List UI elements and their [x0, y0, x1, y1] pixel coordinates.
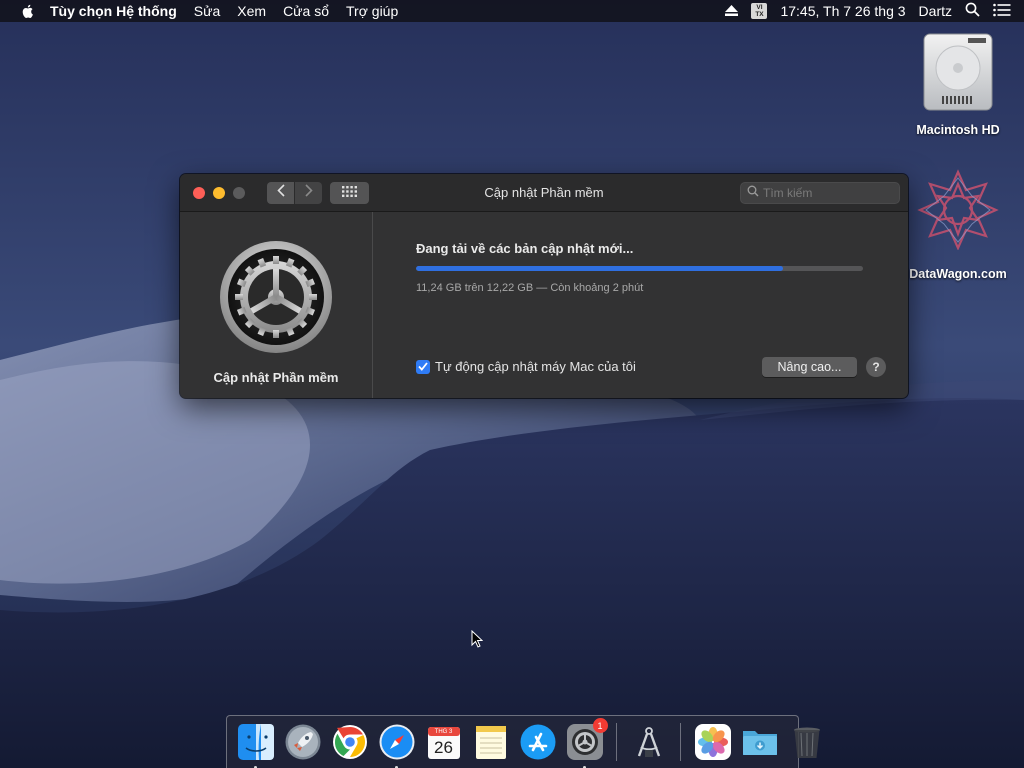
desktop-icon-label: DataWagon.com: [909, 267, 1007, 281]
folder-icon: [741, 731, 779, 765]
dock-app-store[interactable]: [519, 723, 557, 761]
dock-photos[interactable]: [694, 723, 732, 761]
zoom-button[interactable]: [233, 186, 245, 199]
window-controls: [193, 186, 253, 199]
notes-icon: [472, 726, 510, 765]
menubar-clock[interactable]: 17:45, Th 7 26 thg 3: [780, 3, 905, 19]
notification-center-icon[interactable]: [993, 3, 1011, 20]
auto-update-option[interactable]: Tự động cập nhật máy Mac của tôi: [416, 359, 636, 374]
auto-update-label: Tự động cập nhật máy Mac của tôi: [435, 359, 636, 374]
update-panel: Đang tải về các bản cập nhật mới... 11,2…: [373, 212, 908, 398]
menu-view[interactable]: Xem: [237, 3, 266, 19]
dock-notes[interactable]: [472, 723, 510, 761]
download-detail: 11,24 GB trên 12,22 GB — Còn khoảng 2 ph…: [416, 282, 644, 294]
navigation-buttons: [267, 181, 322, 204]
calipers-icon: [630, 727, 668, 765]
auto-update-checkbox[interactable]: [416, 359, 430, 374]
pane-sidebar: Cập nhật Phần mềm: [180, 212, 373, 398]
dock-utility[interactable]: [630, 723, 668, 761]
spotlight-search-icon[interactable]: [965, 2, 980, 20]
datawagon-logo-icon: [916, 168, 1000, 255]
show-all-button[interactable]: [330, 181, 369, 204]
back-button[interactable]: [267, 181, 294, 204]
app-store-icon: [519, 724, 557, 765]
input-source-bottom: TX: [755, 11, 764, 18]
desktop-icon-datawagon[interactable]: DataWagon.com: [903, 168, 1013, 281]
download-progress-bar: [416, 266, 863, 271]
dock-trash[interactable]: [788, 723, 826, 761]
finder-icon: [237, 724, 275, 765]
desktop-icon-macintosh-hd[interactable]: Macintosh HD: [903, 32, 1013, 137]
menu-bar: Tùy chọn Hệ thống Sửa Xem Cửa sổ Trợ giú…: [0, 0, 1024, 22]
hard-drive-icon: [920, 32, 996, 117]
gear-icon: [566, 724, 604, 765]
notification-badge: 1: [592, 718, 608, 733]
dock-downloads-folder[interactable]: [741, 723, 779, 761]
dock-chrome[interactable]: [331, 723, 369, 761]
calendar-day: 26: [434, 738, 453, 757]
dock-separator: [616, 723, 617, 761]
eject-icon[interactable]: [725, 3, 739, 19]
photos-icon: [694, 724, 732, 765]
input-source-icon[interactable]: VI TX: [751, 3, 768, 19]
forward-button[interactable]: [295, 181, 322, 204]
checkmark-icon: [418, 359, 428, 374]
menu-app-name[interactable]: Tùy chọn Hệ thống: [50, 3, 177, 19]
dock-system-preferences[interactable]: 1: [566, 718, 608, 768]
apple-logo-icon[interactable]: [20, 3, 36, 19]
mouse-cursor-icon: [471, 629, 484, 653]
gear-icon: [218, 239, 334, 360]
trash-icon: [788, 727, 826, 765]
search-input[interactable]: [763, 186, 893, 200]
menu-edit[interactable]: Sửa: [194, 3, 221, 19]
compass-icon: [378, 724, 416, 765]
close-button[interactable]: [193, 186, 205, 199]
menubar-user[interactable]: Dartz: [919, 3, 952, 19]
chevron-left-icon: [276, 183, 285, 202]
desktop-icon-label: Macintosh HD: [916, 123, 1000, 137]
input-source-top: VI: [756, 4, 763, 11]
dock-safari[interactable]: [378, 723, 416, 768]
dock-separator: [680, 723, 681, 761]
chevron-right-icon: [304, 183, 313, 202]
chrome-icon: [331, 725, 369, 765]
rocket-icon: [284, 724, 322, 765]
window-titlebar[interactable]: Cập nhật Phần mềm: [180, 174, 908, 212]
menu-window[interactable]: Cửa sổ: [283, 3, 329, 19]
dock-finder[interactable]: [237, 723, 275, 768]
dock-calendar[interactable]: THG 3 26: [425, 723, 463, 761]
calendar-month: THG 3: [434, 729, 453, 735]
help-button[interactable]: ?: [866, 357, 886, 377]
search-field[interactable]: [740, 182, 900, 204]
software-update-window: Cập nhật Phần mềm Tìm kiếm Cập nhật Phần…: [180, 174, 908, 398]
download-status: Đang tải về các bản cập nhật mới...: [416, 241, 634, 256]
search-icon: [747, 184, 759, 202]
minimize-button[interactable]: [213, 186, 225, 199]
dock-launchpad[interactable]: [284, 723, 322, 761]
advanced-button[interactable]: Nâng cao...: [762, 357, 857, 377]
grid-icon: [342, 184, 357, 202]
progress-fill: [416, 266, 783, 271]
menu-help[interactable]: Trợ giúp: [346, 3, 398, 19]
dock: THG 3 26 1: [226, 715, 820, 768]
pane-name: Cập nhật Phần mềm: [213, 370, 339, 385]
